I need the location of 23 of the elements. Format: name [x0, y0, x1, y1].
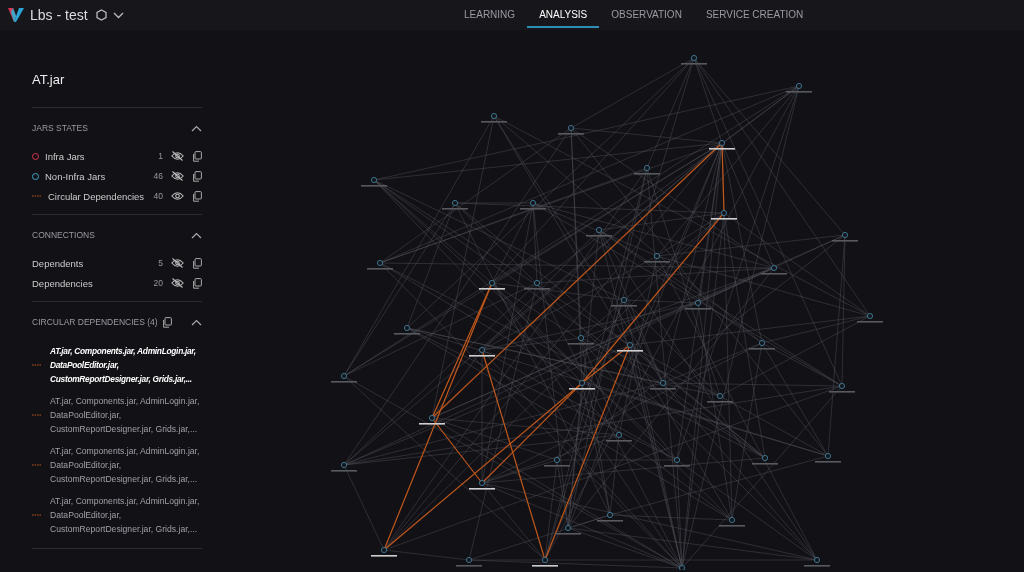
row-count: 46 — [153, 171, 163, 181]
section-heading: CIRCULAR DEPENDENCIES (4) — [32, 317, 158, 327]
row-label: Infra Jars — [45, 150, 85, 162]
row-count: 40 — [153, 191, 163, 201]
section-heading: JARS STATES — [32, 123, 88, 133]
row-count: 1 — [158, 151, 163, 161]
row-label: Non-Infra Jars — [45, 170, 106, 182]
cycle-item[interactable]: AT.jar, Components.jar, AdminLogin.jar, DataPoolEditor.jar, CustomReportDesigner.jar, Grids.jar,... — [50, 444, 202, 486]
row-count: 20 — [153, 278, 163, 288]
row-count: 5 — [158, 258, 163, 268]
nav-tab[interactable]: SERVICE CREATION — [693, 0, 816, 30]
nav-tab[interactable]: ANALYSIS — [527, 2, 600, 28]
row-label: Dependencies — [32, 277, 93, 289]
row-label: Circular Dependencies — [48, 190, 145, 202]
cycle-item[interactable]: AT.jar, Components.jar, AdminLogin.jar, DataPoolEditor.jar, CustomReportDesigner.jar, Grids.jar,... — [50, 394, 202, 436]
nav-tab[interactable]: OBSERVATION — [599, 0, 694, 30]
row-label: Dependents — [32, 257, 84, 269]
cycle-item[interactable]: AT.jar, Components.jar, AdminLogin.jar, DataPoolEditor.jar, CustomReportDesigner.jar, Grids.jar,... — [50, 344, 202, 386]
jar-title: AT.jar — [32, 72, 66, 87]
cycle-item[interactable]: AT.jar, Components.jar, AdminLogin.jar, DataPoolEditor.jar, CustomReportDesigner.jar, Grids.jar,... — [50, 494, 202, 536]
project-title: Lbs - test — [30, 7, 88, 23]
section-heading: CONNECTIONS — [32, 230, 95, 240]
nav-tab[interactable]: LEARNING — [452, 0, 528, 30]
